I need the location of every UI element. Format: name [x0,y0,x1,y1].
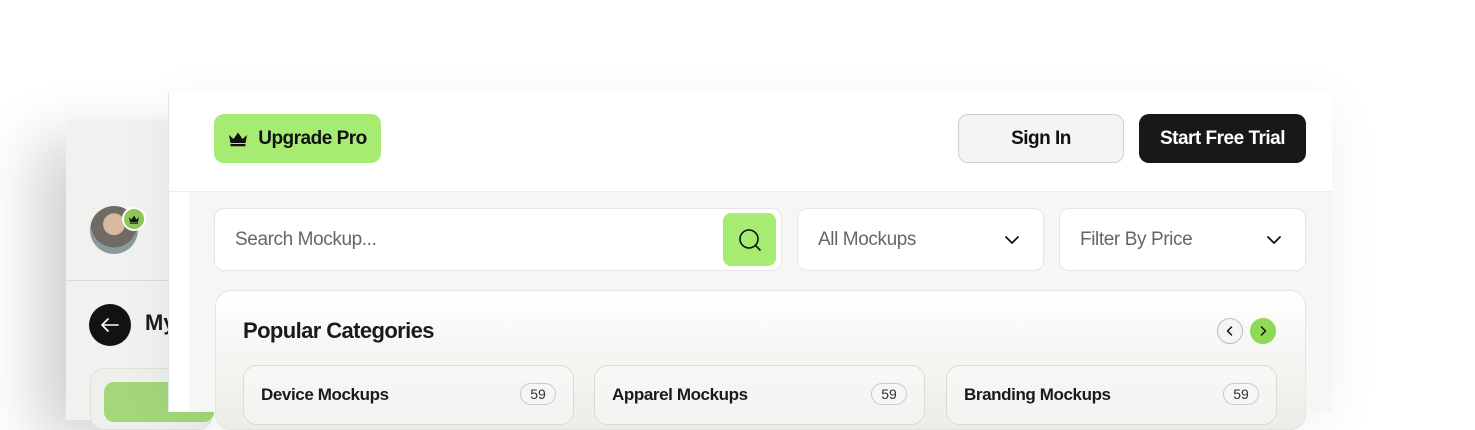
chevron-left-icon [1225,325,1235,337]
price-filter-select[interactable]: Filter By Price [1059,208,1306,271]
crown-icon [122,207,146,231]
next-button[interactable] [1250,318,1276,344]
arrow-left-icon [101,318,119,332]
popular-categories-title: Popular Categories [243,318,435,343]
upgrade-pro-label: Upgrade Pro [258,127,367,149]
back-button[interactable] [89,304,131,346]
start-free-trial-button[interactable]: Start Free Trial [1139,114,1306,163]
category-card[interactable]: Device Mockups 59 [243,365,574,425]
upgrade-pro-button[interactable]: Upgrade Pro [214,114,381,163]
category-select-value: All Mockups [818,228,917,250]
category-name: Apparel Mockups [612,385,748,404]
price-filter-value: Filter By Price [1080,228,1193,250]
prev-button[interactable] [1217,318,1243,344]
search-icon [737,227,763,253]
chevron-right-icon [1258,325,1268,337]
category-card[interactable]: Branding Mockups 59 [946,365,1277,425]
chevron-down-icon [1003,231,1021,249]
category-select[interactable]: All Mockups [797,208,1044,271]
search-button[interactable] [723,213,776,266]
search-input[interactable]: Search Mockup... [214,208,782,271]
search-placeholder: Search Mockup... [235,228,377,250]
sign-in-button[interactable]: Sign In [958,114,1124,163]
category-name: Device Mockups [261,385,389,404]
category-name: Branding Mockups [964,385,1111,404]
category-card[interactable]: Apparel Mockups 59 [594,365,925,425]
chevron-down-icon [1265,231,1283,249]
crown-icon [228,131,248,147]
